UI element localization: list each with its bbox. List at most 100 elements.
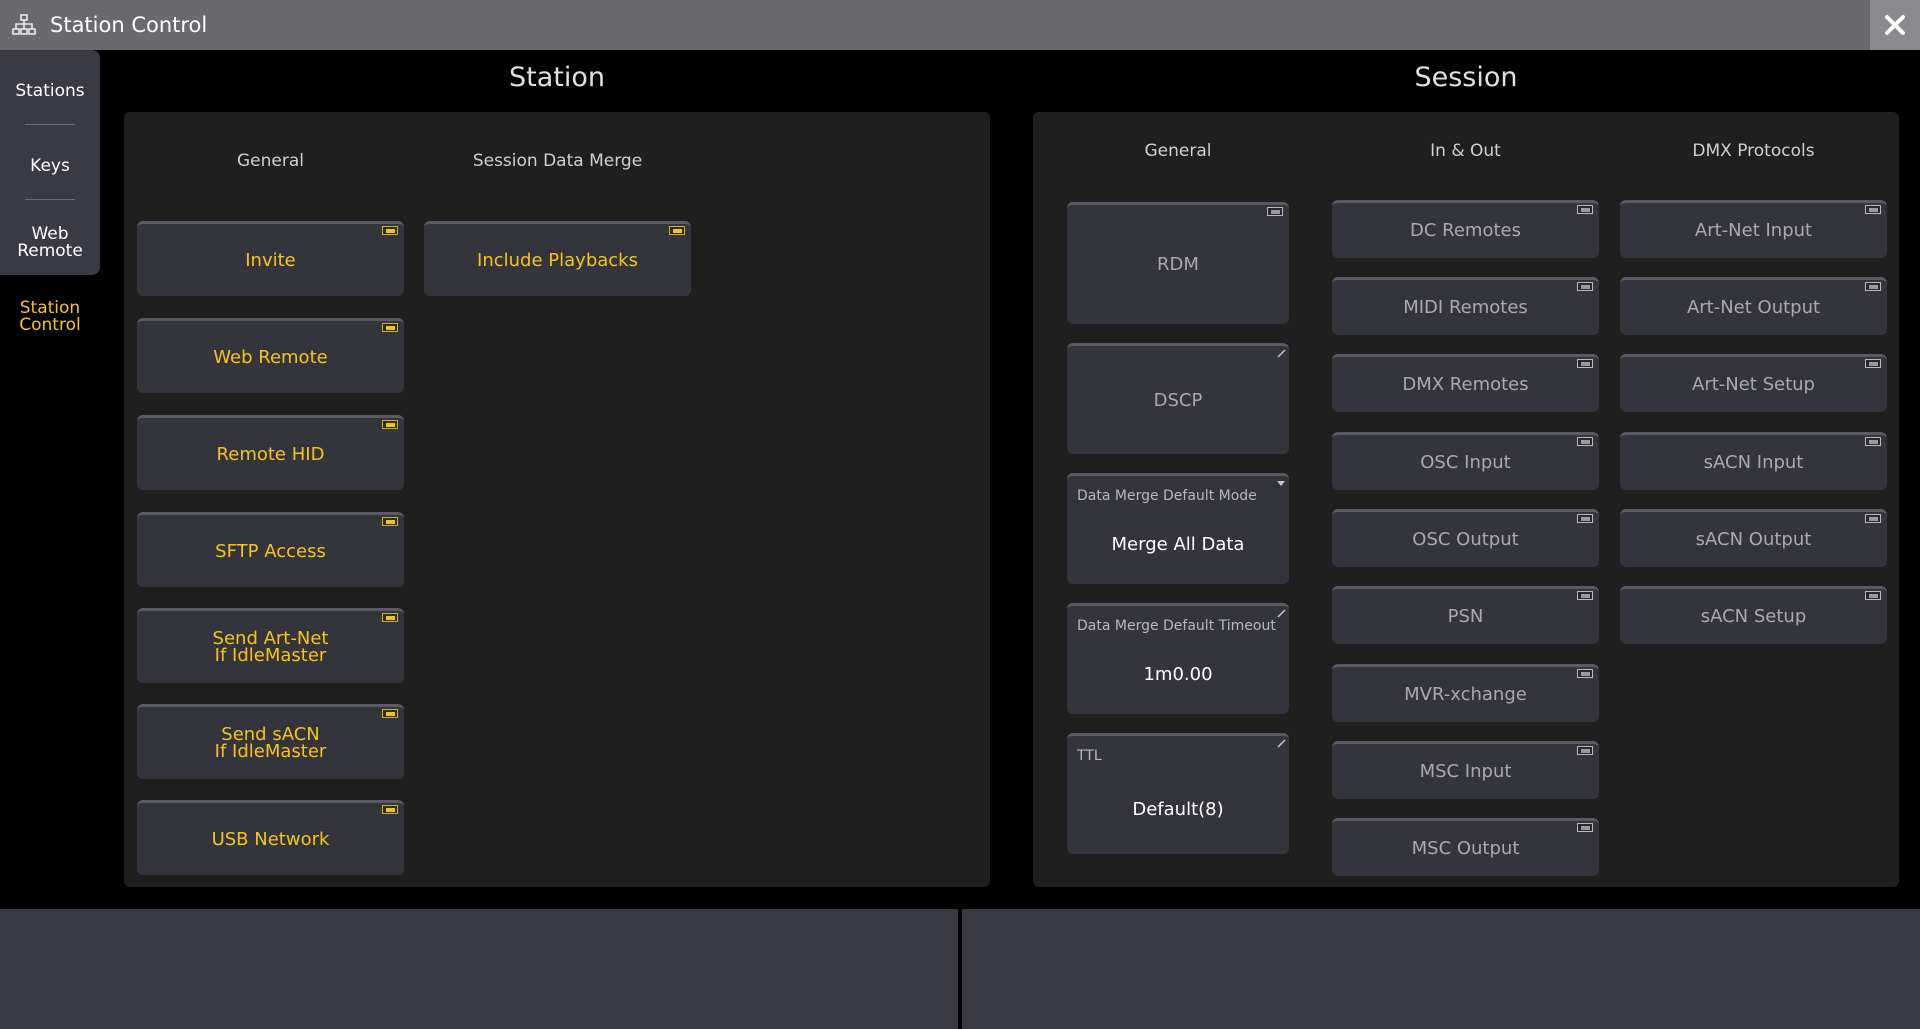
button-label: Remote HID — [216, 443, 325, 465]
msc-output-button[interactable]: MSC Output — [1332, 818, 1599, 876]
side-nav-panel: Stations Keys Web Remote — [0, 50, 100, 275]
nav-separator — [25, 124, 75, 125]
indicator-off-icon — [1865, 437, 1881, 446]
close-icon — [1885, 15, 1905, 35]
send-artnet-idlemaster-button[interactable]: Send Art-Net If IdleMaster — [137, 608, 404, 683]
dropdown-triangle-icon — [1277, 481, 1285, 486]
dscp-button[interactable]: DSCP — [1067, 343, 1289, 454]
session-title: Session — [1414, 62, 1518, 93]
ttl-field[interactable]: TTL Default(8) — [1067, 733, 1289, 854]
button-label: DMX Remotes — [1402, 374, 1529, 395]
button-label: Web Remote — [213, 346, 328, 368]
indicator-on-icon — [382, 709, 398, 718]
mvr-xchange-button[interactable]: MVR-xchange — [1332, 664, 1599, 722]
rdm-button[interactable]: RDM — [1067, 202, 1289, 324]
midi-remotes-button[interactable]: MIDI Remotes — [1332, 277, 1599, 335]
indicator-on-icon — [382, 517, 398, 526]
button-label: Send Art-Net If IdleMaster — [212, 628, 329, 666]
dmx-remotes-button[interactable]: DMX Remotes — [1332, 354, 1599, 412]
button-label: RDM — [1157, 254, 1199, 275]
artnet-input-button[interactable]: Art-Net Input — [1620, 200, 1887, 258]
indicator-off-icon — [1865, 591, 1881, 600]
bottom-bar-left — [0, 909, 958, 1029]
indicator-on-icon — [382, 805, 398, 814]
sftp-access-button[interactable]: SFTP Access — [137, 512, 404, 587]
nav-item-web-remote[interactable]: Web Remote — [0, 226, 100, 260]
button-label: DSCP — [1153, 389, 1203, 411]
indicator-off-icon — [1577, 359, 1593, 368]
indicator-off-icon — [1577, 514, 1593, 523]
session-inout-header: In & Out — [1430, 141, 1501, 161]
session-general-header: General — [1144, 141, 1212, 161]
indicator-off-icon — [1865, 359, 1881, 368]
artnet-output-button[interactable]: Art-Net Output — [1620, 277, 1887, 335]
sacn-setup-button[interactable]: sACN Setup — [1620, 586, 1887, 644]
button-label: MVR-xchange — [1404, 684, 1527, 705]
nav-item-keys[interactable]: Keys — [0, 158, 100, 175]
field-value: Default(8) — [1132, 799, 1224, 820]
web-remote-button[interactable]: Web Remote — [137, 318, 404, 393]
close-button[interactable] — [1870, 0, 1920, 50]
button-label: sACN Input — [1703, 452, 1804, 473]
field-label: Data Merge Default Mode — [1077, 488, 1257, 504]
button-label: OSC Output — [1412, 529, 1519, 550]
send-sacn-idlemaster-button[interactable]: Send sACN If IdleMaster — [137, 704, 404, 779]
remote-hid-button[interactable]: Remote HID — [137, 415, 404, 490]
button-label: Art-Net Input — [1694, 220, 1813, 241]
nav-item-stations[interactable]: Stations — [0, 83, 100, 100]
indicator-off-icon — [1577, 669, 1593, 678]
station-general-header: General — [237, 151, 304, 171]
indicator-off-icon — [1577, 823, 1593, 832]
indicator-on-icon — [382, 226, 398, 235]
indicator-off-icon — [1865, 282, 1881, 291]
dc-remotes-button[interactable]: DC Remotes — [1332, 200, 1599, 258]
button-label: sACN Setup — [1700, 606, 1807, 627]
button-label: DC Remotes — [1410, 220, 1521, 241]
indicator-on-icon — [382, 323, 398, 332]
button-label: PSN — [1447, 606, 1484, 627]
include-playbacks-button[interactable]: Include Playbacks — [424, 221, 691, 296]
indicator-off-icon — [1577, 205, 1593, 214]
psn-button[interactable]: PSN — [1332, 586, 1599, 644]
button-label: MSC Output — [1411, 838, 1520, 859]
session-dmx-header: DMX Protocols — [1692, 141, 1815, 161]
button-label: Art-Net Setup — [1692, 374, 1815, 395]
indicator-on-icon — [382, 613, 398, 622]
indicator-off-icon — [1865, 205, 1881, 214]
edit-corner-icon — [1277, 739, 1286, 748]
indicator-off-icon — [1865, 514, 1881, 523]
sacn-input-button[interactable]: sACN Input — [1620, 432, 1887, 490]
data-merge-timeout-field[interactable]: Data Merge Default Timeout 1m0.00 — [1067, 603, 1289, 714]
msc-input-button[interactable]: MSC Input — [1332, 741, 1599, 799]
button-label: Send sACN If IdleMaster — [214, 724, 327, 762]
button-label: Include Playbacks — [477, 249, 638, 271]
station-title: Station — [509, 62, 605, 93]
button-label: Art-Net Output — [1686, 297, 1821, 318]
osc-output-button[interactable]: OSC Output — [1332, 509, 1599, 567]
button-label: Invite — [245, 249, 296, 271]
button-label: sACN Output — [1695, 529, 1812, 550]
indicator-off-icon — [1267, 207, 1283, 216]
title-bar: Station Control — [0, 0, 1920, 50]
button-label: SFTP Access — [215, 540, 326, 562]
button-label: OSC Input — [1420, 452, 1511, 473]
field-value: 1m0.00 — [1143, 664, 1213, 685]
invite-button[interactable]: Invite — [137, 221, 404, 296]
osc-input-button[interactable]: OSC Input — [1332, 432, 1599, 490]
network-icon — [12, 14, 36, 36]
button-label: MSC Input — [1419, 761, 1512, 782]
artnet-setup-button[interactable]: Art-Net Setup — [1620, 354, 1887, 412]
data-merge-mode-select[interactable]: Data Merge Default Mode Merge All Data — [1067, 473, 1289, 584]
indicator-on-icon — [669, 226, 685, 235]
side-nav: Stations Keys Web Remote Station Control — [0, 50, 100, 334]
indicator-off-icon — [1577, 746, 1593, 755]
indicator-on-icon — [382, 420, 398, 429]
indicator-off-icon — [1577, 437, 1593, 446]
field-value: Merge All Data — [1111, 534, 1245, 555]
usb-network-button[interactable]: USB Network — [137, 800, 404, 875]
field-label: TTL — [1077, 748, 1102, 764]
nav-item-station-control[interactable]: Station Control — [0, 300, 100, 334]
sacn-output-button[interactable]: sACN Output — [1620, 509, 1887, 567]
nav-separator — [25, 199, 75, 200]
indicator-off-icon — [1577, 591, 1593, 600]
